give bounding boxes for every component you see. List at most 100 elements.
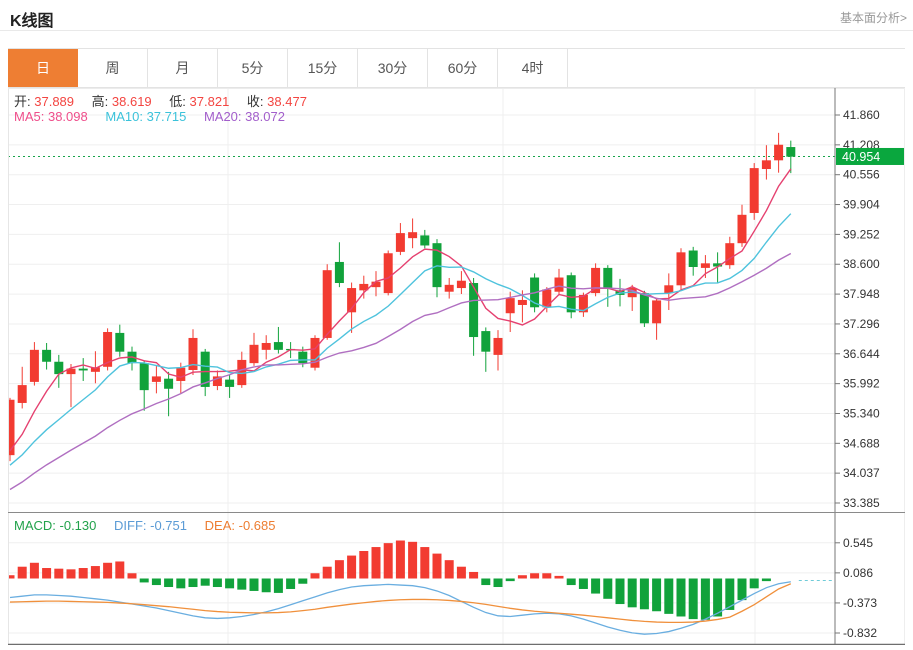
- macd-bar: [506, 579, 515, 582]
- candle-body: [323, 270, 332, 338]
- macd-bar: [335, 560, 344, 578]
- macd-axis-label: -0.832: [843, 626, 877, 640]
- price-axis-label: 38.600: [843, 257, 880, 271]
- candle-body: [506, 298, 515, 313]
- macd-bar: [555, 576, 564, 579]
- tab-60min[interactable]: 60分: [428, 49, 498, 87]
- macd-bar: [262, 579, 271, 593]
- macd-bar: [542, 573, 551, 578]
- candle-body: [603, 268, 612, 288]
- macd-bar: [152, 579, 161, 586]
- tab-15min[interactable]: 15分: [288, 49, 358, 87]
- macd-bar: [530, 573, 539, 578]
- macd-bar: [628, 579, 637, 608]
- candle-body: [567, 275, 576, 312]
- macd-bar: [164, 579, 173, 588]
- macd-bar: [103, 563, 112, 579]
- candle-body: [140, 363, 149, 390]
- candle-body: [445, 285, 454, 292]
- candle-body: [384, 253, 393, 293]
- candle-body: [420, 235, 429, 245]
- macd-bar: [225, 579, 234, 589]
- candle-body: [250, 345, 259, 363]
- macd-bar: [494, 579, 503, 588]
- candle-body: [640, 293, 649, 323]
- macd-bar: [128, 573, 137, 578]
- candle-body: [469, 283, 478, 337]
- macd-bar: [359, 551, 368, 579]
- price-axis-label: 40.556: [843, 168, 880, 182]
- tab-day[interactable]: 日: [8, 49, 78, 87]
- macd-bar: [372, 547, 381, 578]
- candle-body: [408, 232, 417, 238]
- macd-bar: [189, 579, 198, 588]
- macd-bar: [750, 579, 759, 589]
- macd-bar: [286, 579, 295, 589]
- price-axis-label: 33.385: [843, 496, 880, 510]
- ma20-line: [10, 253, 791, 489]
- page-title: K线图: [0, 0, 54, 31]
- candle-body: [725, 243, 734, 265]
- macd-bar: [201, 579, 210, 586]
- macd-bar: [140, 579, 149, 583]
- price-axis-label: 41.860: [843, 108, 880, 122]
- macd-bar: [701, 579, 710, 620]
- macd-axis-label: 0.086: [843, 566, 873, 580]
- macd-bar: [67, 569, 76, 578]
- macd-bar: [457, 567, 466, 579]
- macd-bar: [30, 563, 39, 579]
- price-axis-label: 39.252: [843, 227, 880, 241]
- macd-bar: [274, 579, 283, 593]
- tab-30min[interactable]: 30分: [358, 49, 428, 87]
- candle-body: [42, 350, 51, 362]
- price-axis-label: 37.296: [843, 317, 880, 331]
- candle-body: [164, 379, 173, 389]
- macd-bar: [433, 554, 442, 579]
- candle-body: [30, 350, 39, 382]
- macd-bar: [176, 579, 185, 589]
- macd-bar: [567, 579, 576, 586]
- macd-bar: [408, 542, 417, 579]
- price-axis-label: 39.904: [843, 198, 880, 212]
- tab-week[interactable]: 周: [78, 49, 148, 87]
- candle-body: [555, 278, 564, 292]
- candle-body: [176, 368, 185, 381]
- candle-body: [518, 300, 527, 305]
- candle-body: [494, 338, 503, 355]
- macd-bar: [311, 573, 320, 578]
- macd-bar: [481, 579, 490, 586]
- macd-bar: [54, 569, 63, 579]
- macd-bar: [664, 579, 673, 614]
- price-axis-label: 35.340: [843, 406, 880, 420]
- kline-chart: 41.86041.20840.55639.90439.25238.60037.9…: [8, 88, 905, 645]
- tab-5min[interactable]: 5分: [218, 49, 288, 87]
- candle-body: [774, 145, 783, 161]
- macd-bar: [469, 572, 478, 579]
- candle-body: [18, 385, 27, 403]
- candle-body: [689, 251, 698, 267]
- candle-body: [701, 263, 710, 268]
- macd-bar: [298, 579, 307, 584]
- candle-body: [786, 147, 795, 157]
- tab-month[interactable]: 月: [148, 49, 218, 87]
- fundamental-analysis-link[interactable]: 基本面分析>: [840, 9, 907, 26]
- macd-bar: [396, 541, 405, 579]
- macd-bar: [762, 579, 771, 582]
- tab-4hour[interactable]: 4时: [498, 49, 568, 87]
- macd-bar: [347, 556, 356, 579]
- macd-bar: [237, 579, 246, 590]
- macd-bar: [591, 579, 600, 594]
- macd-bar: [652, 579, 661, 612]
- price-axis-label: 36.644: [843, 347, 880, 361]
- macd-bar: [689, 579, 698, 620]
- candle-body: [79, 369, 88, 371]
- macd-bar: [677, 579, 686, 617]
- candle-body: [738, 215, 747, 243]
- macd-bar: [603, 579, 612, 599]
- macd-bar: [384, 543, 393, 578]
- page-header: K线图 基本面分析>: [0, 0, 913, 31]
- candle-body: [298, 352, 307, 363]
- macd-axis-label: -0.373: [843, 596, 877, 610]
- macd-bar: [18, 567, 27, 579]
- candle-body: [750, 168, 759, 213]
